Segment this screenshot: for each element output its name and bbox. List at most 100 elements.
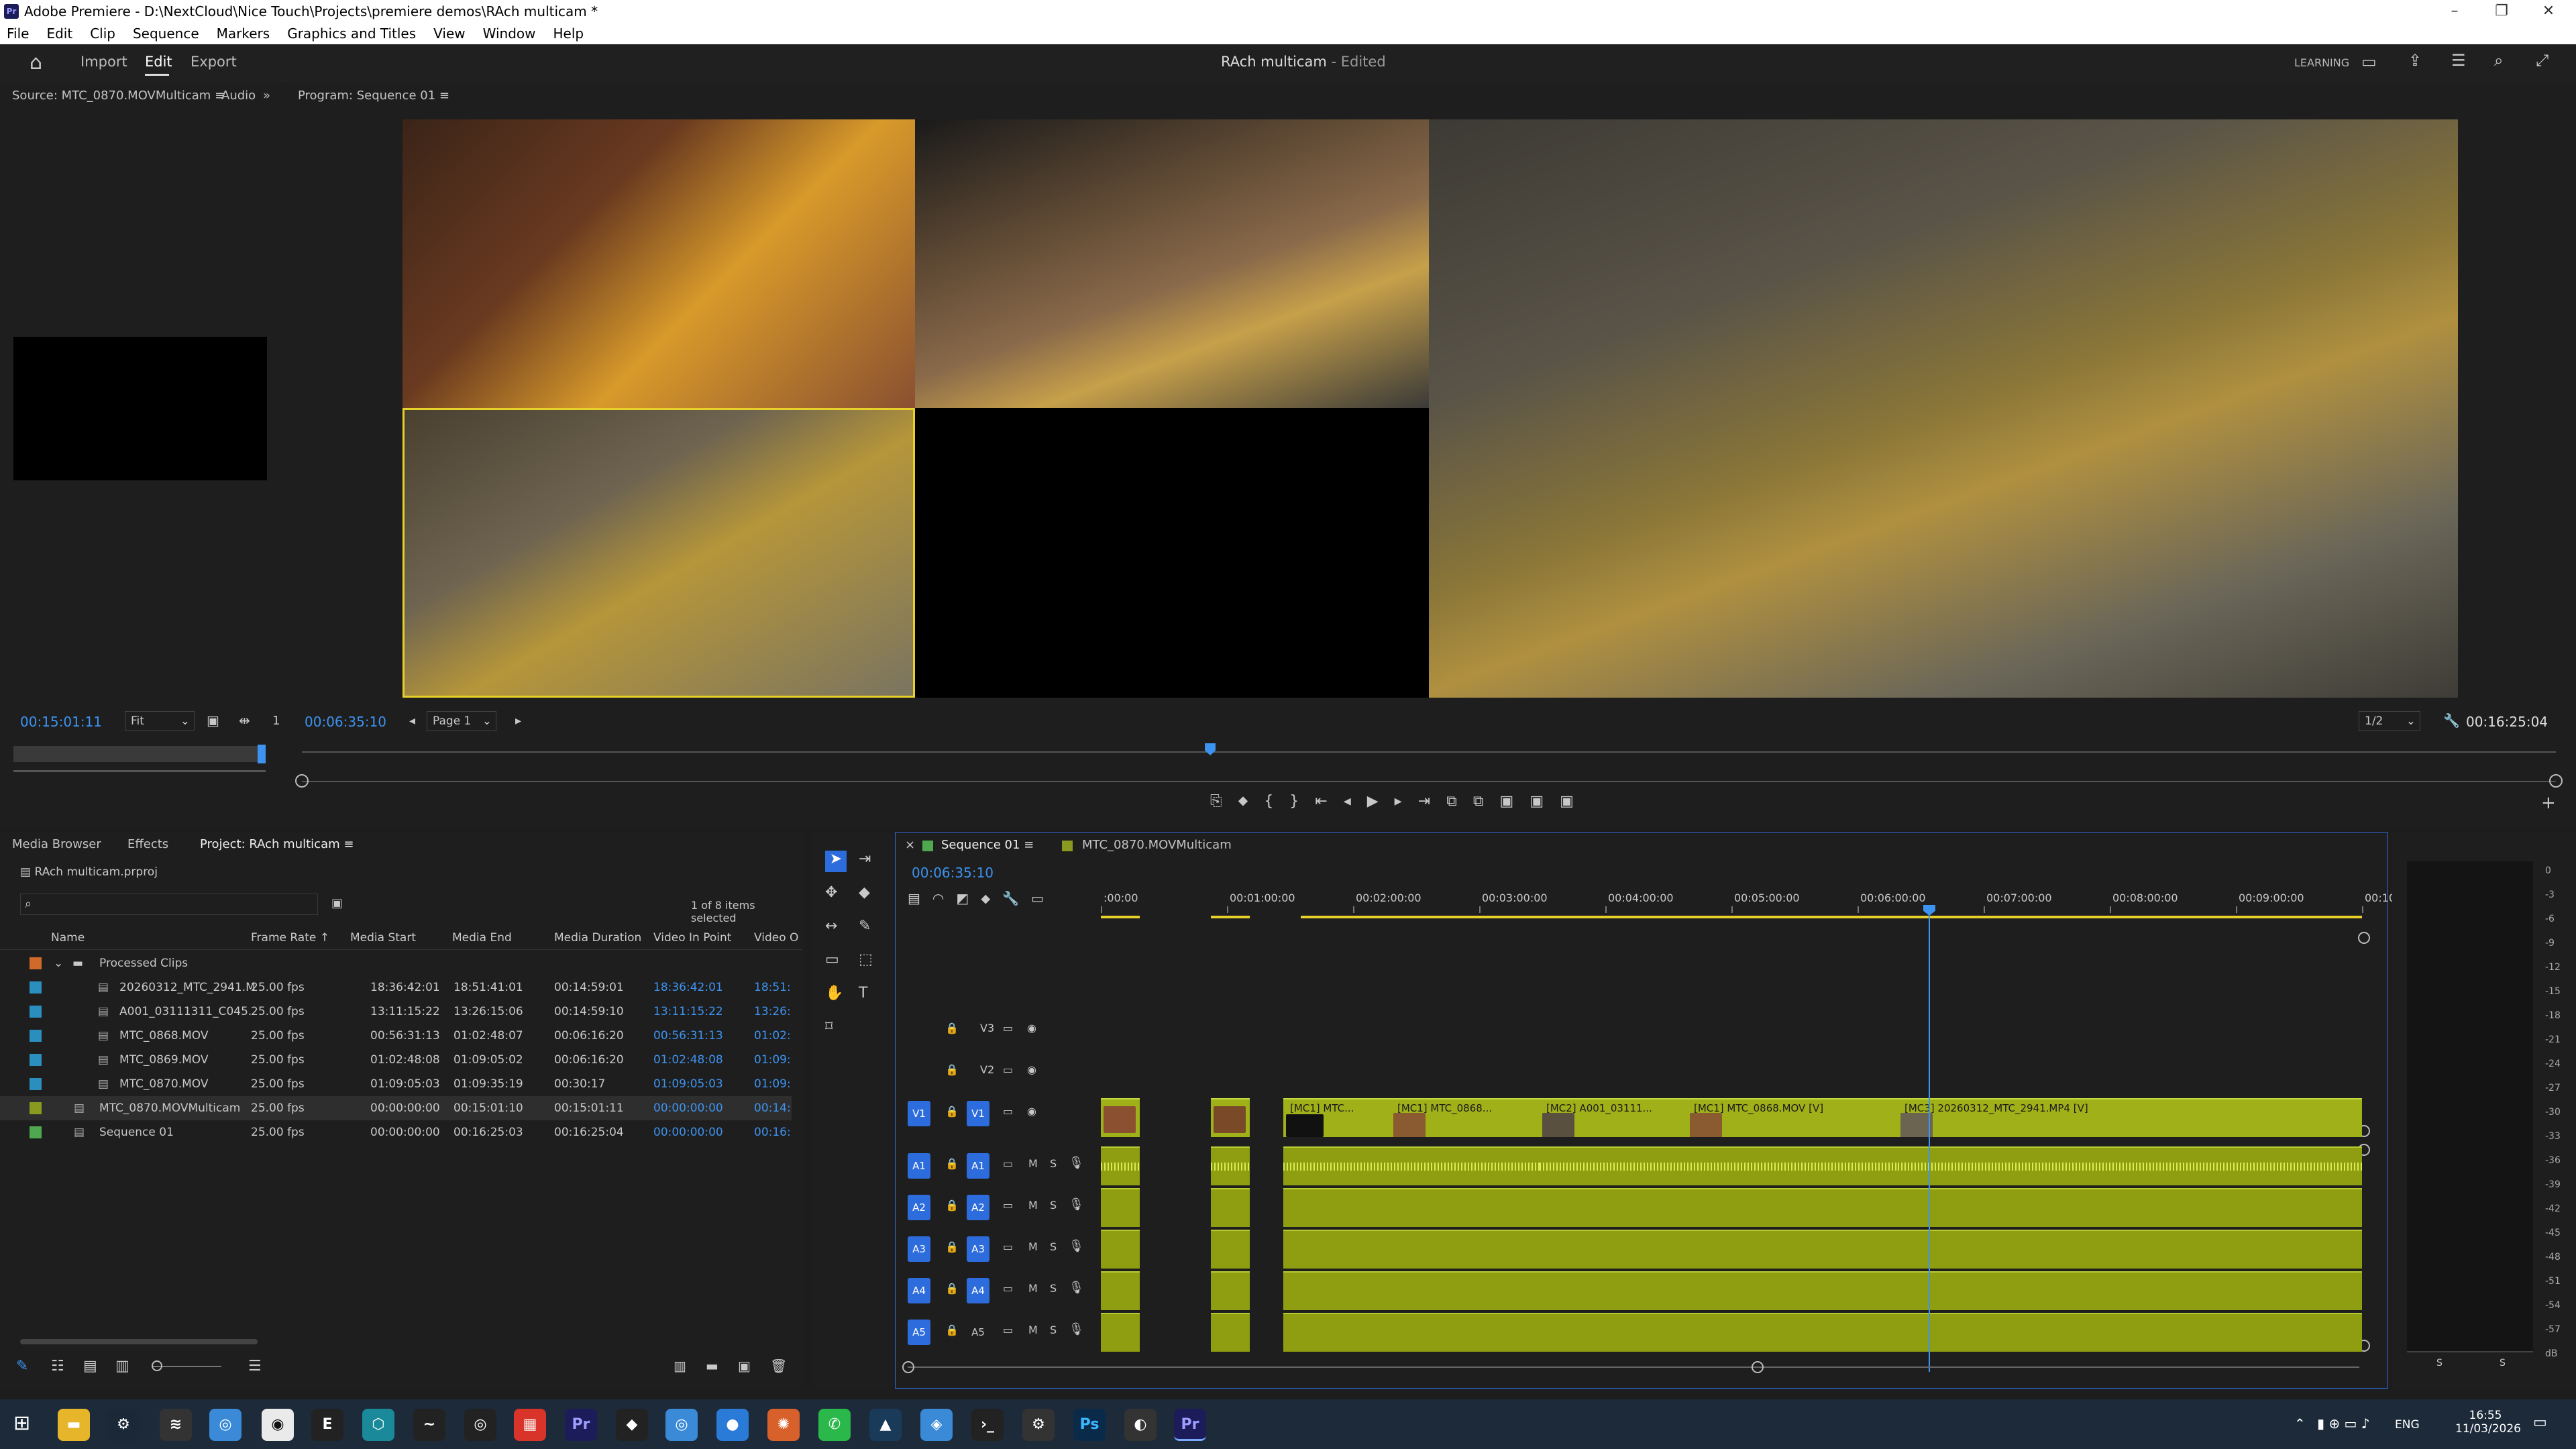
timeline-playhead[interactable] [1929, 908, 1930, 1372]
workspace-icon[interactable]: ▭ [2361, 52, 2377, 71]
language-indicator[interactable]: ENG [2395, 1418, 2420, 1432]
sync-icon[interactable]: ▭ [1003, 1022, 1013, 1034]
audio-clip[interactable] [1898, 1146, 2362, 1185]
audio-clip[interactable] [1283, 1230, 1391, 1269]
premiere-taskbar-icon-2[interactable]: Pr [565, 1409, 597, 1441]
audio-tab[interactable]: Audio [221, 83, 256, 109]
source-scrub-bar[interactable] [13, 746, 266, 762]
timeline-timecode[interactable]: 00:06:35:10 [912, 865, 994, 881]
multicam-angle-3-active[interactable] [402, 408, 915, 698]
audio-clip[interactable] [1540, 1230, 1687, 1269]
lock-icon[interactable]: 🔒 [945, 1324, 959, 1336]
app-icon-14[interactable]: ● [716, 1409, 749, 1441]
program-playhead[interactable] [1205, 743, 1216, 755]
col-media-end[interactable]: Media End [452, 926, 512, 950]
timeline-hscroll[interactable] [908, 1366, 2359, 1368]
program-zoom-bar[interactable] [302, 781, 2556, 782]
mute-button[interactable]: M [1028, 1240, 1038, 1253]
settings-taskbar-icon[interactable]: ⚙ [1022, 1409, 1055, 1441]
program-scrub-bar[interactable] [302, 751, 2556, 753]
menu-clip[interactable]: Clip [90, 23, 115, 44]
audio-clip[interactable] [1211, 1188, 1250, 1227]
remix-icon[interactable]: ⬚ [859, 951, 873, 968]
sort-icon[interactable]: ☰ [248, 1358, 262, 1375]
audio-clip[interactable] [1211, 1146, 1250, 1185]
menu-help[interactable]: Help [553, 23, 584, 44]
app-icon-22[interactable]: ◐ [1124, 1409, 1157, 1441]
app-icon-10[interactable]: ▦ [514, 1409, 546, 1441]
app-icon-15[interactable]: ✺ [767, 1409, 800, 1441]
sync-icon[interactable]: ▭ [1003, 1324, 1013, 1336]
audio-clip[interactable] [1101, 1146, 1140, 1185]
clip-v1-3[interactable]: [MC1] MTC... [1283, 1098, 1391, 1137]
prev-page-icon[interactable]: ◂ [409, 714, 415, 728]
audio-clip[interactable] [1391, 1188, 1540, 1227]
hscroll-right-handle[interactable] [1752, 1361, 1764, 1373]
close-tab-icon[interactable]: × [905, 833, 915, 858]
timeline-tool-row[interactable]: ▤◠◩⬥🔧▭ [908, 890, 1095, 906]
project-hscroll[interactable] [20, 1339, 258, 1344]
menu-window[interactable]: Window [483, 23, 536, 44]
solo-button[interactable]: S [1050, 1157, 1057, 1170]
chrome-icon-2[interactable]: ◎ [665, 1409, 698, 1441]
chevron-down-icon[interactable]: ⌄ [54, 951, 63, 975]
tab-effects[interactable]: Effects [127, 832, 168, 857]
lock-icon[interactable]: 🔒 [945, 1063, 959, 1076]
close-icon[interactable]: ✕ [2525, 0, 2572, 23]
track-target-a5[interactable]: A5 [967, 1320, 989, 1345]
tab-project[interactable]: Project: RAch multicam ≡ [200, 832, 354, 857]
lock-icon[interactable]: 🔒 [945, 1105, 959, 1118]
wrench-icon[interactable]: 🔧 [2443, 712, 2460, 729]
tab-sequence-01[interactable]: Sequence 01 ≡ [941, 833, 1034, 858]
sync-icon[interactable]: ▭ [1003, 1240, 1013, 1253]
steam-icon[interactable]: ⚙ [107, 1409, 140, 1441]
audio-clip[interactable] [1687, 1188, 1898, 1227]
col-media-start[interactable]: Media Start [350, 926, 416, 950]
app-icon-18[interactable]: ◈ [920, 1409, 953, 1441]
source-playhead[interactable] [258, 745, 266, 763]
add-button-icon[interactable]: + [2541, 793, 2556, 813]
slip-icon[interactable]: ↔ [825, 918, 837, 934]
multicam-angle-2[interactable] [915, 119, 1429, 408]
col-video-out[interactable]: Video O [754, 926, 798, 950]
lock-icon[interactable]: 🔒 [945, 1240, 959, 1253]
audio-clip[interactable] [1283, 1146, 1391, 1185]
col-frame-rate[interactable]: Frame Rate ↑ [251, 926, 329, 950]
source-patch-a4[interactable]: A4 [908, 1278, 930, 1303]
microphone-icon[interactable]: 🎙 [1069, 1239, 1084, 1253]
audio-clip[interactable] [1101, 1230, 1140, 1269]
sync-icon[interactable]: ▭ [1003, 1157, 1013, 1170]
type-icon[interactable]: T [859, 985, 867, 1002]
project-row[interactable]: ▤ 20260312_MTC_2941.M 25.00 fps 18:36:42:01… [0, 975, 792, 1000]
solo-button[interactable]: S [1050, 1240, 1057, 1253]
new-bin-bottom-icon[interactable]: ▬ [706, 1358, 718, 1374]
track-target-v1[interactable]: V1 [967, 1101, 989, 1126]
rectangle-icon[interactable]: ▭ [825, 951, 839, 968]
audio-clip[interactable] [1211, 1313, 1250, 1352]
audio-clip[interactable] [1391, 1230, 1540, 1269]
audio-clip[interactable] [1101, 1188, 1140, 1227]
clip-v1-1[interactable] [1101, 1098, 1140, 1137]
zoom-left-handle[interactable] [295, 774, 309, 788]
project-row[interactable]: ▤ MTC_0870.MOVMulticam 25.00 fps 00:00:00:0… [0, 1096, 792, 1120]
project-row[interactable]: ▤ MTC_0870.MOV 25.00 fps 01:09:05:03 01:09:3… [0, 1072, 792, 1096]
track-select-icon[interactable]: ⇥ [859, 851, 871, 867]
insert-icon[interactable]: ⇹ [239, 712, 250, 729]
tray-chevron-icon[interactable]: ⌃ [2294, 1415, 2306, 1432]
solo-right[interactable]: S [2500, 1358, 2506, 1368]
resolution-select[interactable]: 1/2 ⌄ [2359, 711, 2420, 731]
audio-clip[interactable] [1391, 1146, 1540, 1185]
source-patch-a2[interactable]: A2 [908, 1195, 930, 1220]
app-icon-17[interactable]: ▲ [869, 1409, 902, 1441]
track-target-a1[interactable]: A1 [967, 1153, 989, 1179]
settings-icon[interactable]: ▣ [207, 712, 219, 729]
project-search-input[interactable]: ⌕ [20, 894, 318, 915]
eye-icon[interactable]: ◉ [1027, 1105, 1036, 1118]
timeline-ruler[interactable]: :00:00 00:01:00:00 00:02:00:00 00:03:00:00 0… [1101, 886, 2396, 916]
audio-clip[interactable] [1687, 1146, 1898, 1185]
clock[interactable]: 16:55 11/03/2026 [2455, 1409, 2521, 1436]
menu-markers[interactable]: Markers [217, 23, 270, 44]
audio-clip[interactable] [1283, 1271, 1391, 1310]
zoom-slider-handle[interactable] [152, 1360, 162, 1371]
microphone-icon[interactable]: 🎙 [1069, 1156, 1084, 1170]
